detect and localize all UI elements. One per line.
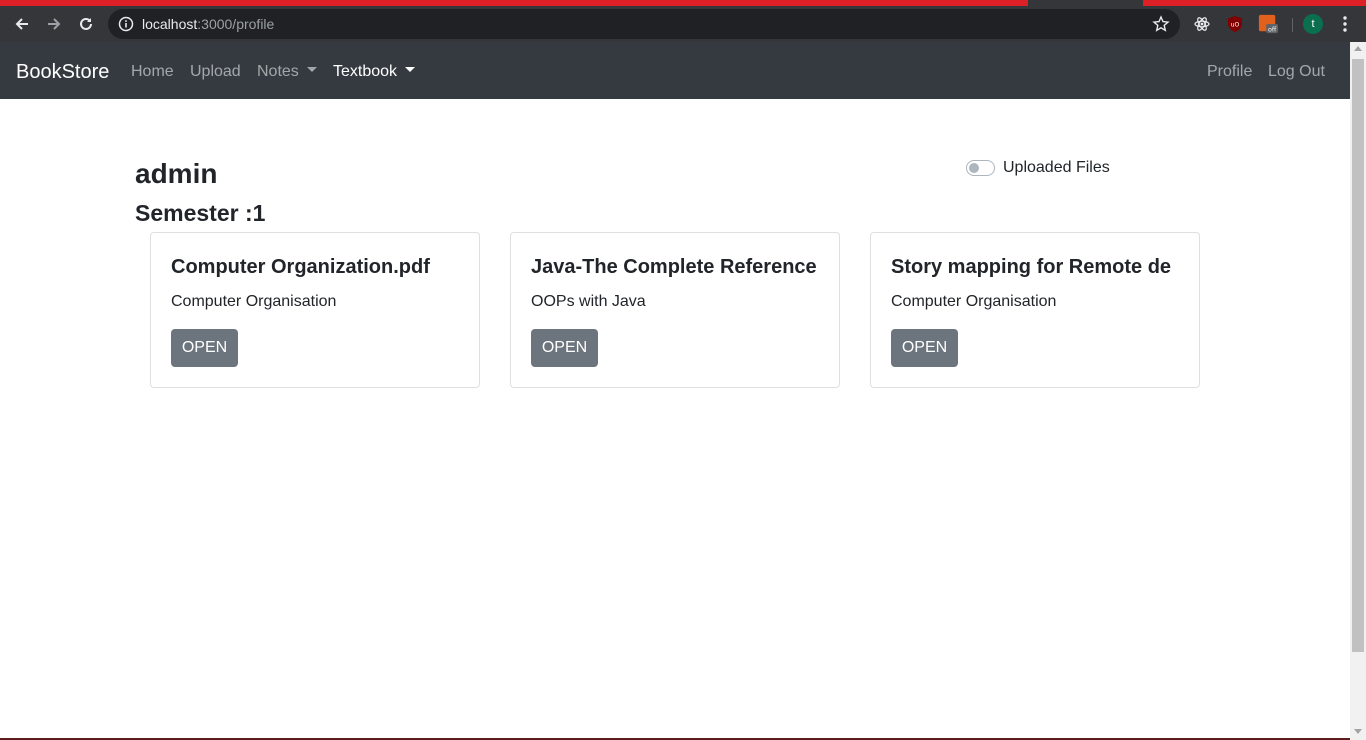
back-arrow-icon[interactable] [7,9,37,39]
card-title: Story mapping for Remote de [891,256,1172,278]
url-text: localhost:3000/profile [142,16,275,32]
react-devtools-icon[interactable] [1192,14,1212,34]
nav-upload[interactable]: Upload [190,62,241,82]
card-subject: Computer Organisation [171,293,337,310]
nav-home[interactable]: Home [131,62,174,82]
card-subject: Computer Organisation [891,293,1057,310]
forward-arrow-icon[interactable] [39,9,69,39]
card-subject: OOPs with Java [531,293,646,310]
page-scrollbar[interactable] [1350,42,1366,740]
kebab-menu-icon[interactable] [1330,9,1360,39]
browser-toolbar: localhost:3000/profile uO off t [0,6,1366,42]
pdf-extension-icon[interactable]: off [1258,14,1278,34]
scroll-up-arrow-icon[interactable] [1354,46,1362,51]
open-button[interactable]: OPEN [171,329,238,367]
toggle-label: Uploaded Files [1003,159,1110,176]
ublock-origin-icon[interactable]: uO [1225,14,1245,34]
nav-profile[interactable]: Profile [1207,62,1252,82]
svg-text:off: off [1268,26,1277,33]
address-bar[interactable]: localhost:3000/profile [108,9,1180,39]
uploaded-files-switch[interactable]: Uploaded Files [966,157,1110,179]
nav-logout[interactable]: Log Out [1268,62,1325,82]
card-title: Java-The Complete Reference [531,256,817,278]
open-button[interactable]: OPEN [891,329,958,367]
reload-icon[interactable] [71,9,101,39]
open-button[interactable]: OPEN [531,329,598,367]
nav-notes-dropdown[interactable]: Notes [257,62,317,82]
nav-textbook-dropdown[interactable]: Textbook [333,62,416,82]
toggle-switch[interactable] [966,160,995,176]
bookmark-star-icon[interactable] [1152,15,1170,33]
file-card: Computer Organization.pdf Computer Organ… [150,232,480,388]
info-icon[interactable] [118,16,134,32]
svg-text:uO: uO [1231,22,1240,29]
profile-semester: Semester :1 [135,200,266,226]
file-card: Java-The Complete Reference OOPs with Ja… [510,232,840,388]
caret-down-icon [405,67,416,73]
profile-username: admin [135,158,218,189]
scroll-thumb[interactable] [1352,59,1364,652]
app-navbar: BookStore Home Upload Notes Textbook Pro… [0,42,1350,99]
card-title: Computer Organization.pdf [171,256,430,278]
profile-avatar[interactable]: t [1303,14,1323,34]
caret-down-icon [306,67,317,73]
brand-logo[interactable]: BookStore [16,60,109,84]
file-card: Story mapping for Remote de Computer Org… [870,232,1200,388]
scroll-down-arrow-icon[interactable] [1354,729,1362,734]
toggle-knob [969,163,979,173]
